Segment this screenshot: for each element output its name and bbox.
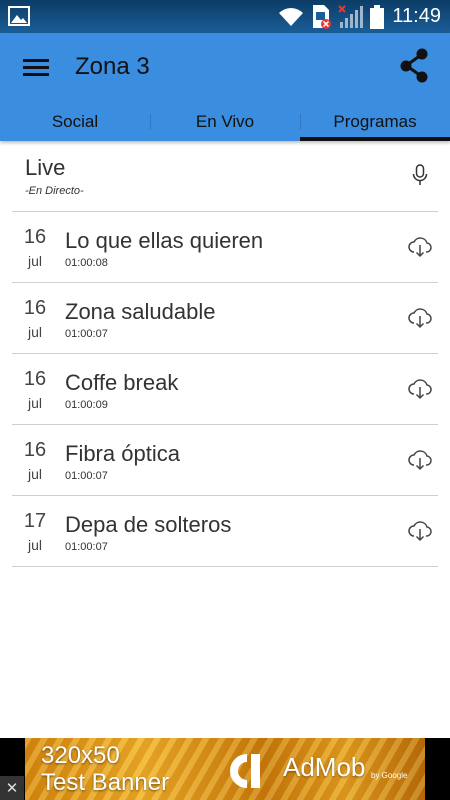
program-title: Coffe break [65,370,179,395]
program-month: jul [27,395,42,411]
tab-divider [150,114,151,130]
program-title: Lo que ellas quieren [65,228,264,253]
battery-icon [370,4,385,29]
program-list: Live -En Directo- 16 jul Lo que ellas qu… [12,141,438,567]
program-day: 16 [23,439,47,461]
status-bar: 11:49 [0,0,450,33]
admob-brand: AdMob [283,752,366,782]
ad-content[interactable]: 320x50 Test Banner AdMob by Google [25,738,425,800]
program-date: 16 jul [12,368,58,411]
cloud-download-icon[interactable] [408,449,432,471]
program-item[interactable]: 16 jul Lo que ellas quieren 01:00:08 [12,212,438,283]
program-day: 16 [23,226,47,248]
app-title: Zona 3 [75,53,150,80]
program-duration: 01:00:08 [65,257,108,269]
admob-by-google: by Google [371,771,408,780]
program-item[interactable]: 16 jul Coffe break 01:00:09 [12,354,438,425]
tab-divider [300,114,301,130]
program-title: Fibra óptica [65,441,180,466]
program-item[interactable]: 16 jul Zona saludable 01:00:07 [12,283,438,354]
share-button[interactable] [394,45,436,87]
ad-close-button[interactable]: ✕ [0,776,24,800]
program-date: 16 jul [12,226,58,269]
hamburger-menu-icon [23,59,49,76]
sim-error-icon [313,4,332,29]
cloud-download-icon[interactable] [408,520,432,542]
clock: 11:49 [392,5,441,27]
ad-text: 320x50 Test Banner [41,742,169,796]
cloud-download-icon[interactable] [408,378,432,400]
program-day: 16 [23,368,47,390]
tab-programas[interactable]: Programas [300,106,450,141]
live-title: Live [25,155,66,180]
wifi-icon [279,7,304,26]
ad-size-label: 320x50 [41,742,120,769]
program-duration: 01:00:09 [65,399,108,411]
tab-bar: Social En Vivo Programas [0,106,450,141]
program-title: Zona saludable [65,299,216,324]
tab-social[interactable]: Social [0,106,150,141]
program-month: jul [27,466,42,482]
live-item[interactable]: Live -En Directo- [12,141,438,212]
program-month: jul [27,253,42,269]
program-day: 16 [23,297,47,319]
cloud-download-icon[interactable] [408,236,432,258]
program-duration: 01:00:07 [65,470,108,482]
ad-banner-label: Test Banner [41,769,170,796]
tab-en-vivo[interactable]: En Vivo [150,106,300,141]
ad-banner: ✕ 320x50 Test Banner AdMob by Google [0,738,450,800]
program-item[interactable]: 16 jul Fibra óptica 01:00:07 [12,425,438,496]
program-duration: 01:00:07 [65,328,108,340]
program-day: 17 [23,510,47,532]
menu-button[interactable] [14,50,58,86]
cloud-download-icon[interactable] [408,307,432,329]
program-month: jul [27,324,42,340]
program-title: Depa de solteros [65,512,232,537]
program-date: 16 jul [12,439,58,482]
image-notification-icon [8,6,30,26]
microphone-icon[interactable] [412,164,428,186]
app-bar: Zona 3 Social En Vivo Programas [0,33,450,141]
admob-logo-icon [230,754,260,788]
program-duration: 01:00:07 [65,541,108,553]
signal-icon [338,4,364,28]
program-item[interactable]: 17 jul Depa de solteros 01:00:07 [12,496,438,567]
share-icon [400,48,428,83]
program-date: 16 jul [12,297,58,340]
live-subtitle: -En Directo- [25,185,84,197]
program-date: 17 jul [12,510,58,553]
program-month: jul [27,537,42,553]
